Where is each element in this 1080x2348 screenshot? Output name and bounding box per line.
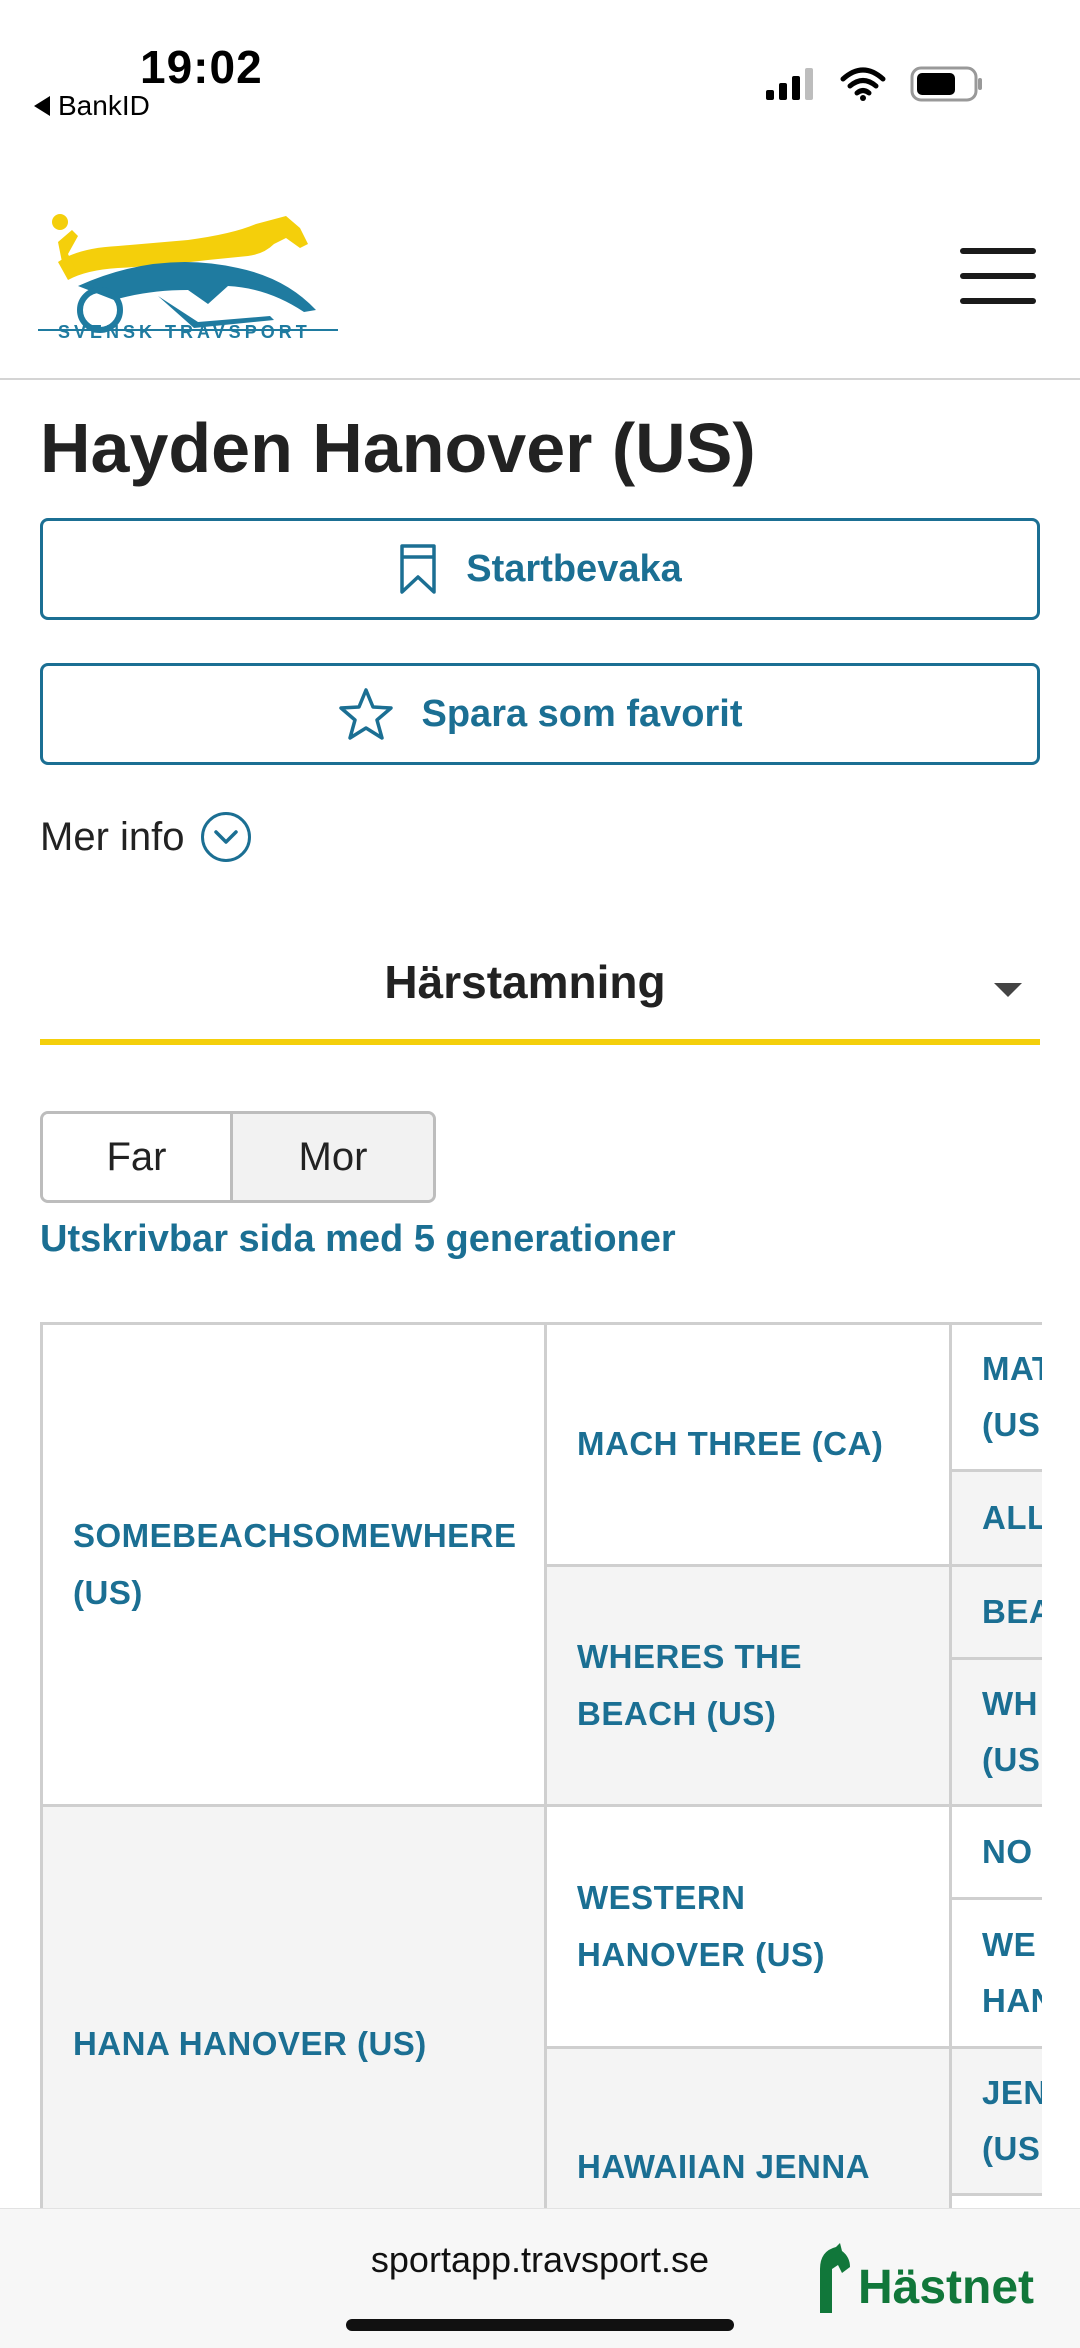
page-title: Hayden Hanover (US) xyxy=(40,409,756,487)
pedigree-name-line: WE xyxy=(982,1925,1037,1963)
menu-line xyxy=(960,248,1036,254)
toggle-far[interactable]: Far xyxy=(43,1114,233,1200)
status-bar: 19:02 BankID xyxy=(0,0,1080,130)
pedigree-name-line: JEN xyxy=(982,2073,1042,2111)
pedigree-name-line: WESTERN xyxy=(577,1879,746,1917)
pedigree-name-line: NO xyxy=(982,1832,1033,1870)
status-time: 19:02 xyxy=(140,41,263,93)
section-dropdown[interactable]: Härstamning xyxy=(40,935,1040,1045)
site-header: SVENSK TRAVSPORT xyxy=(0,200,1080,380)
pedigree-name-line: (US xyxy=(982,1406,1041,1443)
save-favorite-button[interactable]: Spara som favorit xyxy=(40,663,1040,765)
more-info-label: Mer info xyxy=(40,814,185,859)
star-icon xyxy=(338,688,393,740)
pedigree-name-line: ALL xyxy=(982,1498,1042,1536)
pedigree-table: SOMEBEACHSOMEWHERE (US) HANA HANOVER (US… xyxy=(40,1322,1042,2242)
status-icons xyxy=(766,66,984,102)
pedigree-gen3-4[interactable]: WH (US xyxy=(949,1657,1042,1807)
menu-line xyxy=(960,273,1036,279)
pedigree-name-line: WHERES THE xyxy=(577,1638,803,1676)
menu-line xyxy=(960,298,1036,304)
pedigree-dam[interactable]: HANA HANOVER (US) xyxy=(40,1804,547,2242)
home-indicator[interactable] xyxy=(346,2319,734,2331)
browser-bottom-bar: sportapp.travsport.se Hästnet xyxy=(0,2208,1080,2348)
horse-head-icon xyxy=(819,2243,850,2313)
pedigree-name-line: HANA HANOVER (US) xyxy=(73,2024,427,2062)
section-dropdown-value: Härstamning xyxy=(384,956,666,1008)
more-info-toggle[interactable]: Mer info xyxy=(40,812,251,862)
bookmark-icon xyxy=(400,544,437,594)
pedigree-gen3-6[interactable]: WE HAN xyxy=(949,1897,1042,2049)
pedigree-name-line: MACH THREE (CA) xyxy=(577,1425,884,1463)
parent-toggle: Far Mor xyxy=(40,1111,436,1203)
pedigree-gen3-3[interactable]: BEA xyxy=(949,1564,1042,1660)
back-arrow-icon xyxy=(34,96,50,116)
pedigree-name-line: HAN xyxy=(982,1982,1042,2019)
pedigree-name-line: BEACH (US) xyxy=(577,1694,777,1732)
pedigree-name-line: (US xyxy=(982,2130,1041,2167)
back-to-app-link[interactable]: BankID xyxy=(34,90,150,122)
pedigree-sire-sire[interactable]: MACH THREE (CA) xyxy=(544,1322,952,1567)
pedigree-sire-dam[interactable]: WHERES THE BEACH (US) xyxy=(544,1564,952,1807)
pedigree-gen3-5[interactable]: NO xyxy=(949,1804,1042,1900)
back-app-label: BankID xyxy=(58,90,150,121)
logo-wordmark: SVENSK TRAVSPORT xyxy=(58,322,311,342)
hastnet-logo[interactable]: Hästnet xyxy=(814,2243,1034,2315)
pedigree-name-line: SOMEBEACHSOMEWHERE xyxy=(73,1517,517,1555)
printable-page-link[interactable]: Utskrivbar sida med 5 generationer xyxy=(40,1218,676,1261)
save-favorite-label: Spara som favorit xyxy=(421,692,743,735)
chevron-down-icon xyxy=(200,812,251,862)
pedigree-dam-sire[interactable]: WESTERN HANOVER (US) xyxy=(544,1804,952,2049)
pedigree-name-line: HAWAIIAN JENNA xyxy=(577,2148,871,2186)
cellular-signal-icon xyxy=(766,68,813,100)
startbevaka-label: Startbevaka xyxy=(466,547,682,590)
pedigree-name-line: BEA xyxy=(982,1592,1042,1630)
hastnet-wordmark: Hästnet xyxy=(857,2261,1034,2314)
pedigree-name-line: (US xyxy=(982,1741,1041,1778)
pedigree-name-line: (US) xyxy=(73,1573,143,1611)
toggle-mor[interactable]: Mor xyxy=(233,1114,433,1200)
hamburger-menu-button[interactable] xyxy=(960,248,1036,304)
pedigree-name-line: WH xyxy=(982,1684,1038,1722)
caret-down-icon xyxy=(994,983,1022,997)
wifi-icon xyxy=(840,67,886,101)
battery-icon xyxy=(910,66,982,102)
pedigree-gen3-2[interactable]: ALL xyxy=(949,1469,1042,1567)
pedigree-name-line: HANOVER (US) xyxy=(577,1935,826,1973)
pedigree-gen3-1[interactable]: MAT (US xyxy=(949,1322,1042,1472)
pedigree-sire[interactable]: SOMEBEACHSOMEWHERE (US) xyxy=(40,1322,547,1807)
startbevaka-button[interactable]: Startbevaka xyxy=(40,518,1040,620)
pedigree-gen3-7[interactable]: JEN (US xyxy=(949,2046,1042,2196)
pedigree-name-line: MAT xyxy=(982,1349,1042,1387)
